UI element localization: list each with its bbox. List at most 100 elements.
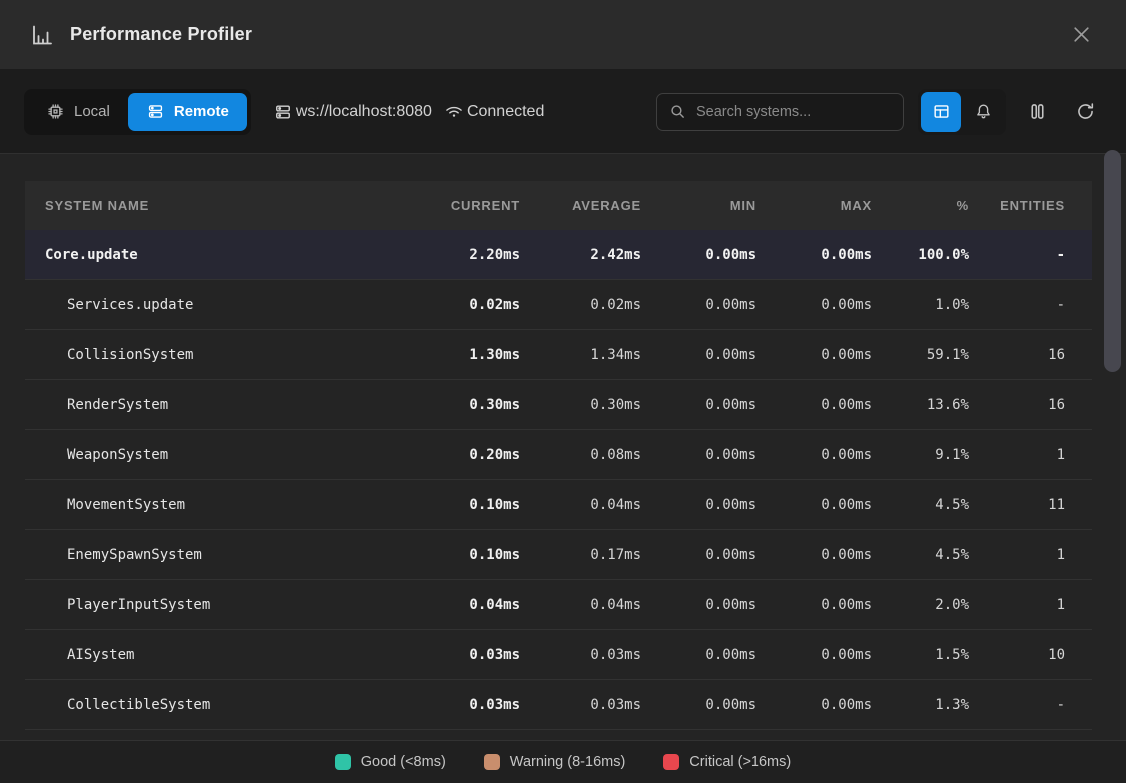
min-cell: 0.00ms [641, 247, 756, 263]
percent-cell: 1.0% [872, 297, 969, 313]
max-cell: 0.00ms [756, 247, 872, 263]
entities-cell: 11 [969, 497, 1065, 513]
table-row[interactable]: AISystem0.03ms0.03ms0.00ms0.00ms1.5%10 [25, 630, 1092, 680]
percent-cell: 9.1% [872, 447, 969, 463]
column-header-min[interactable]: MIN [641, 198, 756, 213]
close-icon [1071, 24, 1092, 45]
table-row[interactable]: CollisionSystem1.30ms1.34ms0.00ms0.00ms5… [25, 330, 1092, 380]
remote-mode-button[interactable]: Remote [128, 93, 247, 131]
entities-cell: 10 [969, 647, 1065, 663]
table-view-icon [932, 102, 951, 121]
column-header-entities[interactable]: ENTITIES [969, 198, 1065, 213]
server-url-icon [273, 102, 293, 122]
entities-cell: 1 [969, 447, 1065, 463]
min-cell: 0.00ms [641, 597, 756, 613]
name-cell: PlayerInputSystem [45, 597, 410, 613]
table-header: SYSTEM NAMECURRENTAVERAGEMINMAX%ENTITIES [25, 181, 1092, 230]
min-cell: 0.00ms [641, 547, 756, 563]
max-cell: 0.00ms [756, 547, 872, 563]
page-title: Performance Profiler [70, 24, 252, 45]
mode-segmented-control: Local Remote [24, 89, 251, 135]
table-row[interactable]: PlayerInputSystem0.04ms0.04ms0.00ms0.00m… [25, 580, 1092, 630]
table-row[interactable]: WeaponSystem0.20ms0.08ms0.00ms0.00ms9.1%… [25, 430, 1092, 480]
connection-info: ws://localhost:8080 Connected [273, 102, 544, 122]
current-cell: 0.10ms [410, 497, 520, 513]
search-input[interactable] [696, 104, 891, 120]
min-cell: 0.00ms [641, 647, 756, 663]
refresh-button[interactable] [1068, 95, 1102, 129]
percent-cell: 4.5% [872, 497, 969, 513]
percent-cell: 1.5% [872, 647, 969, 663]
percent-cell: 1.3% [872, 697, 969, 713]
average-cell: 2.42ms [520, 247, 641, 263]
cpu-chip-icon [46, 102, 65, 121]
connection-url: ws://localhost:8080 [296, 103, 432, 121]
name-cell: RenderSystem [45, 397, 410, 413]
average-cell: 0.04ms [520, 497, 641, 513]
column-header-max[interactable]: MAX [756, 198, 872, 213]
column-header-system-name[interactable]: SYSTEM NAME [45, 198, 410, 213]
name-cell: MovementSystem [45, 497, 410, 513]
name-cell: CollisionSystem [45, 347, 410, 363]
connection-status: Connected [467, 103, 544, 121]
current-cell: 0.03ms [410, 647, 520, 663]
min-cell: 0.00ms [641, 297, 756, 313]
search-box [656, 93, 904, 131]
max-cell: 0.00ms [756, 597, 872, 613]
systems-table: SYSTEM NAMECURRENTAVERAGEMINMAX%ENTITIES… [25, 181, 1092, 730]
legend-item: Good (<8ms) [335, 754, 446, 770]
legend-item: Critical (>16ms) [663, 754, 791, 770]
table-row[interactable]: MovementSystem0.10ms0.04ms0.00ms0.00ms4.… [25, 480, 1092, 530]
max-cell: 0.00ms [756, 497, 872, 513]
search-icon [669, 103, 686, 120]
legend-label: Warning (8-16ms) [510, 754, 626, 770]
table-row[interactable]: CollectibleSystem0.03ms0.03ms0.00ms0.00m… [25, 680, 1092, 730]
table-row[interactable]: Core.update2.20ms2.42ms0.00ms0.00ms100.0… [25, 230, 1092, 280]
column-header-percent[interactable]: % [872, 198, 969, 213]
name-cell: Services.update [45, 297, 410, 313]
legend-swatch-icon [335, 754, 351, 770]
average-cell: 0.08ms [520, 447, 641, 463]
current-cell: 0.04ms [410, 597, 520, 613]
table-row[interactable]: RenderSystem0.30ms0.30ms0.00ms0.00ms13.6… [25, 380, 1092, 430]
current-cell: 0.20ms [410, 447, 520, 463]
max-cell: 0.00ms [756, 647, 872, 663]
column-header-average[interactable]: AVERAGE [520, 198, 641, 213]
percent-cell: 13.6% [872, 397, 969, 413]
name-cell: WeaponSystem [45, 447, 410, 463]
current-cell: 0.30ms [410, 397, 520, 413]
entities-cell: 16 [969, 347, 1065, 363]
pause-button[interactable] [1020, 95, 1054, 129]
min-cell: 0.00ms [641, 697, 756, 713]
min-cell: 0.00ms [641, 397, 756, 413]
entities-cell: 1 [969, 597, 1065, 613]
server-icon [146, 102, 165, 121]
min-cell: 0.00ms [641, 447, 756, 463]
legend-bar: Good (<8ms) Warning (8-16ms) Critical (>16… [0, 740, 1126, 783]
table-view-button[interactable] [921, 92, 961, 132]
table-row[interactable]: Services.update0.02ms0.02ms0.00ms0.00ms1… [25, 280, 1092, 330]
column-header-current[interactable]: CURRENT [410, 198, 520, 213]
name-cell: AISystem [45, 647, 410, 663]
current-cell: 2.20ms [410, 247, 520, 263]
local-mode-label: Local [74, 103, 110, 120]
view-segmented-control [918, 89, 1006, 135]
percent-cell: 4.5% [872, 547, 969, 563]
alerts-button[interactable] [963, 92, 1003, 132]
current-cell: 0.02ms [410, 297, 520, 313]
min-cell: 0.00ms [641, 347, 756, 363]
close-button[interactable] [1067, 20, 1096, 49]
average-cell: 0.30ms [520, 397, 641, 413]
name-cell: Core.update [45, 247, 410, 263]
min-cell: 0.00ms [641, 497, 756, 513]
refresh-icon [1075, 101, 1096, 122]
legend-swatch-icon [663, 754, 679, 770]
table-body: Core.update2.20ms2.42ms0.00ms0.00ms100.0… [25, 230, 1092, 730]
remote-mode-label: Remote [174, 103, 229, 120]
max-cell: 0.00ms [756, 347, 872, 363]
average-cell: 0.03ms [520, 647, 641, 663]
local-mode-button[interactable]: Local [28, 93, 128, 131]
vertical-scrollbar-thumb[interactable] [1104, 150, 1121, 372]
table-row[interactable]: EnemySpawnSystem0.10ms0.17ms0.00ms0.00ms… [25, 530, 1092, 580]
average-cell: 1.34ms [520, 347, 641, 363]
